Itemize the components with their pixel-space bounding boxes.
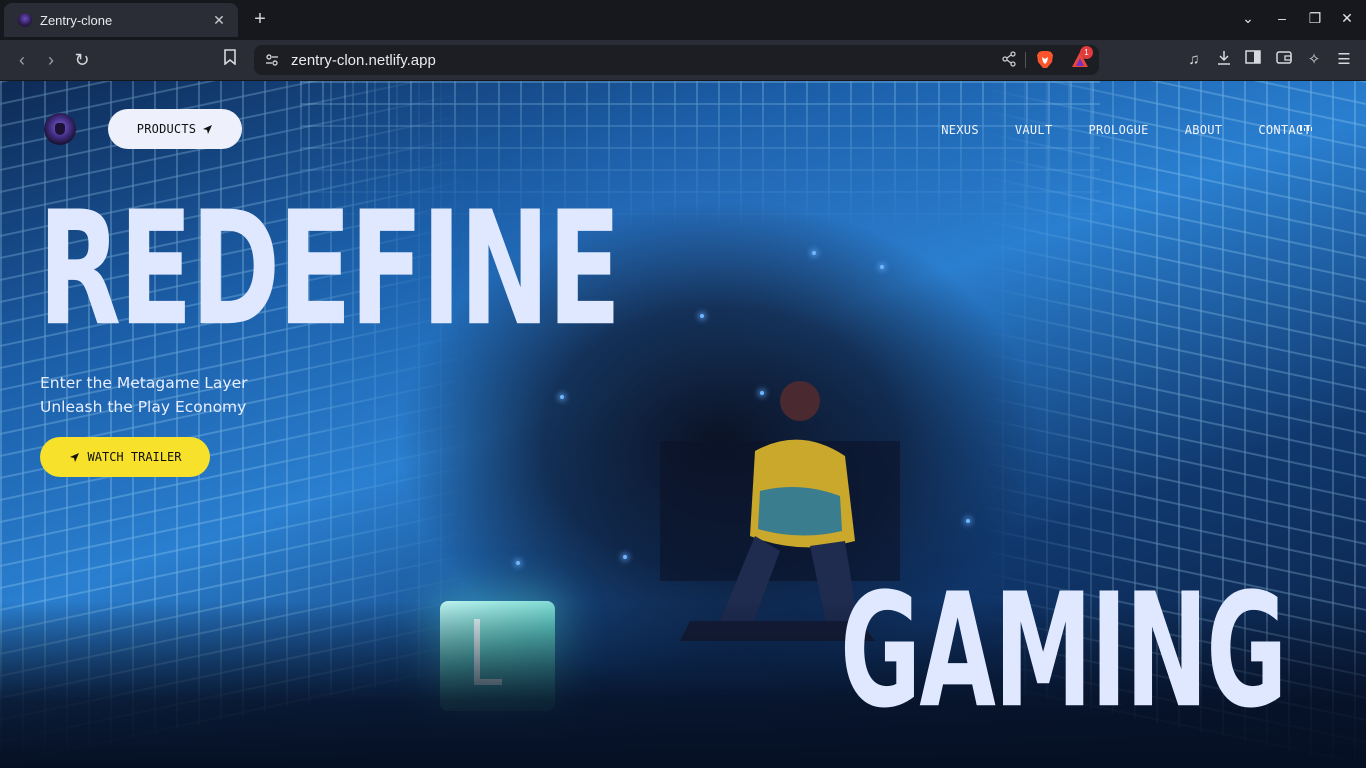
address-bar[interactable]: zentry-clon.netlify.app 1 [254,45,1099,75]
close-window-button[interactable]: ✕ [1337,10,1357,30]
main-nav: NEXUS VAULT PROLOGUE ABOUT CONTACT [941,123,1311,137]
products-button[interactable]: PRODUCTS [108,109,242,149]
audio-indicator-icon[interactable] [1300,125,1312,131]
minimize-button[interactable]: – [1272,10,1292,30]
reload-button[interactable]: ↻ [71,49,93,71]
brave-rewards-icon[interactable]: 1 [1070,46,1093,70]
hero-tagline: Enter the Metagame Layer Unleash the Pla… [40,371,248,419]
rewards-badge: 1 [1080,46,1093,59]
arrow-icon [203,124,213,134]
nav-link-about[interactable]: ABOUT [1185,123,1223,137]
nav-link-nexus[interactable]: NEXUS [941,123,979,137]
new-tab-button[interactable]: + [250,9,270,31]
tab-search-chevron-icon[interactable]: ⌄ [1238,10,1258,30]
products-button-label: PRODUCTS [136,122,197,136]
hero-section: PRODUCTS NEXUS VAULT PROLOGUE ABOUT CONT… [0,81,1366,768]
tagline-line-2: Unleash the Play Economy [40,398,247,416]
glow-particle [812,251,816,255]
forward-button[interactable]: › [40,49,62,71]
zentry-logo[interactable] [44,113,76,145]
tab-title: Zentry-clone [40,12,113,28]
arrow-icon [69,452,79,462]
watch-trailer-label: WATCH TRAILER [87,450,182,464]
download-icon[interactable] [1214,50,1234,70]
url-text: zentry-clon.netlify.app [291,52,436,69]
glow-particle [516,561,520,565]
tab-close-icon[interactable]: ✕ [210,12,228,29]
glow-particle [966,519,970,523]
glow-particle [880,265,884,269]
zentry-favicon-icon [18,13,32,27]
site-settings-icon[interactable] [264,52,280,68]
main-menu-icon[interactable]: ☰ [1334,50,1354,70]
watch-trailer-button[interactable]: WATCH TRAILER [40,437,210,477]
tab-strip: Zentry-clone ✕ + ⌄ – ❐ ✕ [0,0,1366,40]
glow-particle [700,314,704,318]
wallet-icon[interactable] [1274,50,1294,70]
browser-toolbar: ‹ › ↻ zentry-clon.netlify.app 1 ♫ ✧ ☰ [0,40,1366,81]
sidebar-toggle-icon[interactable] [1243,50,1263,70]
nav-link-vault[interactable]: VAULT [1015,123,1053,137]
bookmark-icon[interactable] [219,49,241,71]
tagline-line-1: Enter the Metagame Layer [40,374,248,392]
hero-title-gaming: GAMING [840,560,1287,744]
restore-button[interactable]: ❐ [1305,10,1325,30]
glow-particle [623,555,627,559]
back-button[interactable]: ‹ [11,49,33,71]
leo-ai-icon[interactable]: ✧ [1304,50,1324,70]
nav-link-prologue[interactable]: PROLOGUE [1088,123,1148,137]
browser-tab[interactable]: Zentry-clone ✕ [4,3,238,37]
glow-particle [560,395,564,399]
hero-title-redefine: REDEFINE [38,178,621,362]
share-icon[interactable] [1000,51,1018,69]
url-divider [1025,52,1026,68]
brave-shields-icon[interactable] [1036,50,1054,70]
media-music-icon[interactable]: ♫ [1184,50,1204,70]
